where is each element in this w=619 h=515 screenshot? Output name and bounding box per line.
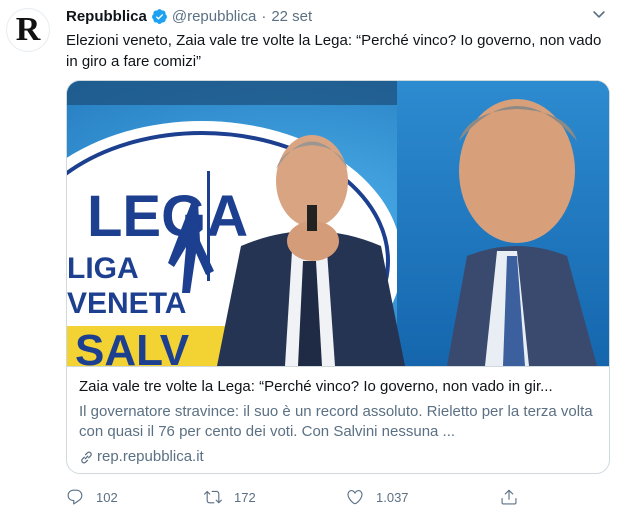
avatar[interactable]: R: [6, 8, 50, 52]
separator: ·: [261, 7, 267, 25]
card-photo: LEGA LIGA VENETA SALV: [67, 81, 609, 366]
logo-word-salvini: SALV: [75, 326, 190, 366]
share-icon: [501, 489, 517, 505]
retweet-count: 172: [234, 489, 256, 505]
card-description: Il governatore stravince: il suo è un re…: [79, 403, 593, 440]
card-title[interactable]: Zaia vale tre volte la Lega: “Perché vin…: [79, 377, 599, 397]
link-card[interactable]: LEGA LIGA VENETA SALV Zaia vale tre volt…: [66, 80, 610, 474]
like-count: 1.037: [376, 489, 409, 505]
verified-badge-icon: [151, 8, 167, 24]
avatar-letter: R: [15, 11, 41, 48]
heart-icon: [347, 490, 363, 505]
like-button[interactable]: 1.037: [346, 488, 409, 506]
tweet-text: Elezioni veneto, Zaia vale tre volte la …: [66, 32, 602, 70]
logo-word-liga: LIGA: [67, 252, 139, 285]
tweet-actions: 102 172 1.037: [66, 486, 546, 508]
reply-button[interactable]: 102: [66, 488, 118, 506]
logo-word-veneta: VENETA: [67, 287, 186, 320]
tweet-date[interactable]: 22 set: [271, 8, 312, 25]
tweet-header: Repubblica @repubblica · 22 set: [66, 6, 312, 26]
reply-icon: [67, 489, 83, 505]
share-button[interactable]: [500, 488, 530, 506]
link-icon: [81, 451, 92, 463]
handle[interactable]: @repubblica: [172, 8, 256, 25]
retweet-icon: [204, 490, 222, 504]
card-meta[interactable]: Zaia vale tre volte la Lega: “Perché vin…: [67, 366, 609, 473]
retweet-button[interactable]: 172: [204, 488, 256, 506]
logo-word-lega: LEGA: [87, 184, 248, 249]
reply-count: 102: [96, 489, 118, 505]
card-image[interactable]: LEGA LIGA VENETA SALV: [67, 81, 609, 366]
chevron-down-icon[interactable]: [591, 6, 607, 22]
tweet[interactable]: R Repubblica @repubblica · 22 set Elezio…: [0, 0, 619, 515]
display-name[interactable]: Repubblica: [66, 8, 147, 25]
card-domain: rep.repubblica.it: [97, 448, 204, 465]
card-domain-row[interactable]: rep.repubblica.it: [79, 447, 599, 467]
